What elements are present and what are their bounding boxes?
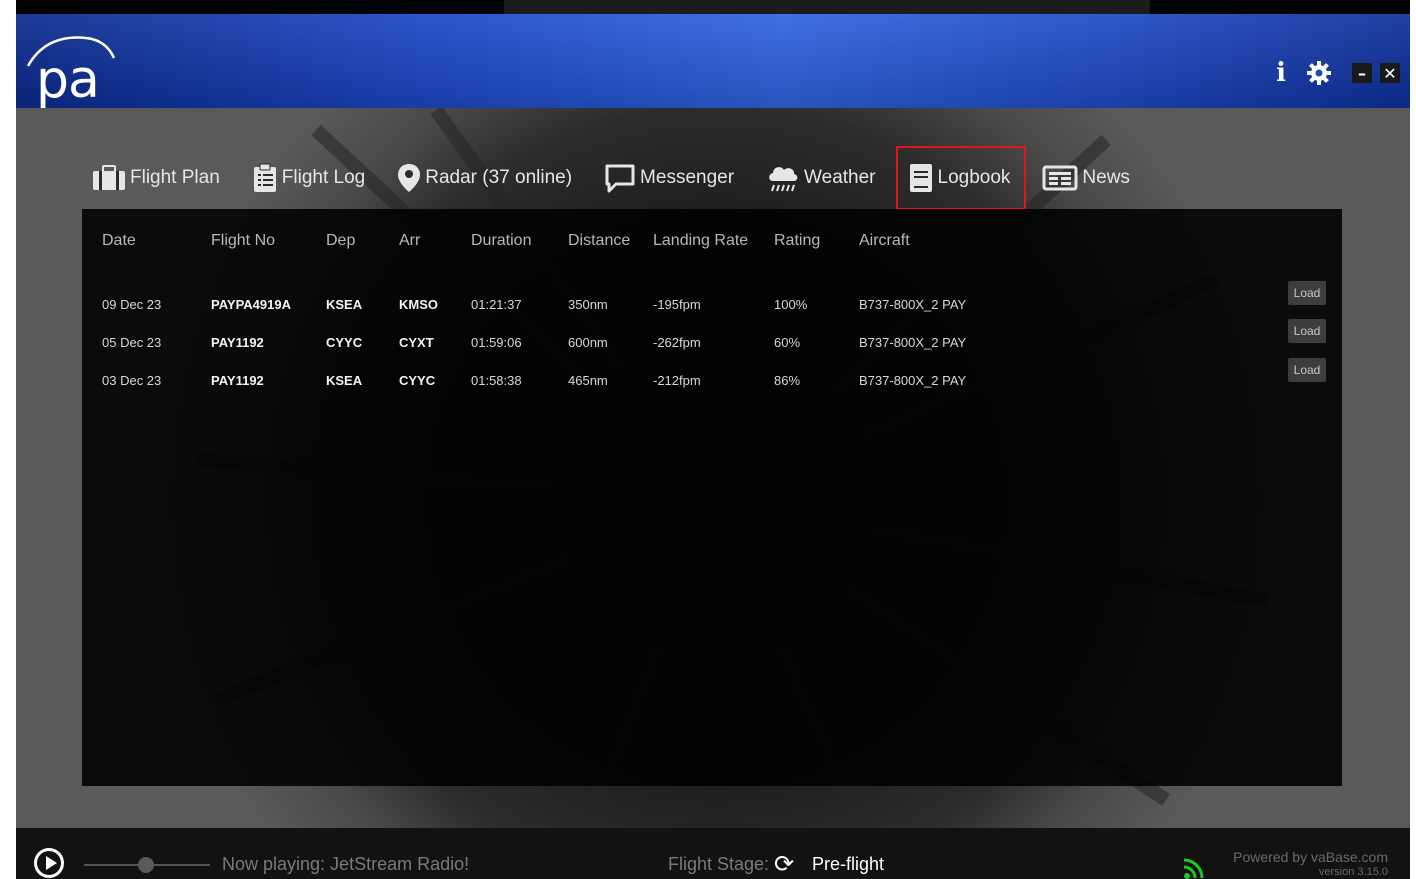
- column-header-aircraft[interactable]: Aircraft: [859, 229, 1059, 253]
- column-header-duration[interactable]: Duration: [471, 229, 568, 253]
- cell-duration: 01:59:06: [471, 334, 522, 350]
- info-icon[interactable]: i: [1276, 60, 1286, 86]
- cell-distance: 350nm: [568, 296, 608, 312]
- cell-dep: KSEA: [326, 296, 363, 312]
- cloud-rain-icon: [769, 167, 798, 192]
- cell-landing-rate: -195fpm: [653, 296, 701, 312]
- monitor-bezel: [504, 0, 1150, 14]
- flight-stage-value: Pre-flight: [812, 854, 885, 874]
- tab-flight-plan[interactable]: Flight Plan: [92, 148, 220, 208]
- cell-rating: 100%: [774, 296, 808, 312]
- status-bar: Now playing: JetStream Radio! Flight Sta…: [16, 828, 1410, 879]
- book-icon: [909, 164, 932, 192]
- table-row[interactable]: 03 Dec 23 PAY1192 KSEA CYYC 01:58:38 465…: [102, 361, 1059, 399]
- logbook-panel: Date Flight No Dep Arr Duration Distance…: [82, 209, 1342, 786]
- tab-label: Radar (37 online): [425, 167, 573, 188]
- column-header-landing-rate[interactable]: Landing Rate: [653, 229, 774, 253]
- tab-flight-log[interactable]: Flight Log: [252, 148, 365, 208]
- cell-aircraft: B737-800X_2 PAY: [859, 372, 967, 388]
- cell-duration: 01:21:37: [471, 296, 522, 312]
- cell-rating: 60%: [774, 334, 801, 350]
- tab-messenger[interactable]: Messenger: [604, 148, 734, 208]
- cell-distance: 465nm: [568, 372, 608, 388]
- tab-news[interactable]: News: [1042, 148, 1130, 208]
- powered-by: Powered by vaBase.com version 3.15.0: [1233, 850, 1388, 879]
- tab-label: Logbook: [937, 167, 1011, 188]
- header-controls: i – ✕: [1276, 60, 1400, 86]
- refresh-icon: ⟳: [774, 850, 795, 878]
- tab-radar[interactable]: Radar (37 online): [397, 148, 572, 208]
- minimize-button[interactable]: –: [1352, 63, 1372, 83]
- table-header-row: Date Flight No Dep Arr Duration Distance…: [102, 229, 1059, 253]
- cell-duration: 01:58:38: [471, 372, 522, 388]
- tab-label: Weather: [804, 167, 876, 188]
- app-window: pa i – ✕ Flight Plan Flight Log Radar (3…: [16, 0, 1410, 879]
- tab-label: Flight Log: [281, 167, 366, 188]
- cell-arr: CYXT: [399, 334, 434, 350]
- play-button[interactable]: [34, 848, 64, 878]
- cell-rating: 86%: [774, 372, 801, 388]
- chat-bubble-icon: [605, 164, 635, 193]
- cell-date: 05 Dec 23: [102, 334, 162, 350]
- app-logo: pa: [36, 50, 100, 110]
- column-header-dep[interactable]: Dep: [326, 229, 399, 253]
- flight-stage-label: Flight Stage:: [668, 854, 770, 874]
- column-header-flight-no[interactable]: Flight No: [211, 229, 326, 253]
- cell-aircraft: B737-800X_2 PAY: [859, 334, 967, 350]
- cell-landing-rate: -262fpm: [653, 334, 701, 350]
- clipboard-icon: [93, 165, 125, 190]
- load-button[interactable]: Load: [1288, 281, 1326, 305]
- table-row[interactable]: 09 Dec 23 PAYPA4919A KSEA KMSO 01:21:37 …: [102, 253, 1059, 323]
- tab-label: News: [1082, 167, 1130, 188]
- now-playing-text: Now playing: JetStream Radio!: [222, 854, 470, 874]
- cell-flight-no: PAYPA4919A: [211, 296, 291, 312]
- cell-distance: 600nm: [568, 334, 608, 350]
- map-pin-icon: [398, 164, 421, 192]
- newspaper-icon: [1042, 165, 1078, 191]
- column-header-rating[interactable]: Rating: [774, 229, 859, 253]
- load-button[interactable]: Load: [1288, 319, 1326, 343]
- cell-flight-no: PAY1192: [211, 372, 264, 388]
- cell-arr: CYYC: [399, 372, 436, 388]
- cell-flight-no: PAY1192: [211, 334, 264, 350]
- powered-by-text: Powered by vaBase.com: [1233, 849, 1388, 865]
- cell-arr: KMSO: [399, 296, 438, 312]
- column-header-arr[interactable]: Arr: [399, 229, 471, 253]
- load-button[interactable]: Load: [1288, 358, 1326, 382]
- cell-dep: CYYC: [326, 334, 363, 350]
- column-header-date[interactable]: Date: [102, 229, 211, 253]
- cell-landing-rate: -212fpm: [653, 372, 701, 388]
- tab-logbook[interactable]: Logbook: [895, 146, 1027, 210]
- volume-slider-handle[interactable]: [138, 857, 154, 873]
- cell-date: 03 Dec 23: [102, 372, 162, 388]
- table-row[interactable]: 05 Dec 23 PAY1192 CYYC CYXT 01:59:06 600…: [102, 323, 1059, 361]
- cell-date: 09 Dec 23: [102, 296, 162, 312]
- flight-log-icon: [253, 163, 276, 192]
- tab-label: Messenger: [640, 167, 735, 188]
- main-nav: Flight Plan Flight Log Radar (37 online): [92, 146, 1162, 210]
- version-text: version 3.15.0: [1318, 866, 1388, 878]
- rss-icon[interactable]: [1182, 858, 1206, 879]
- desktop-top-strip: [16, 0, 1410, 14]
- logbook-table: Date Flight No Dep Arr Duration Distance…: [102, 229, 1059, 399]
- cell-dep: KSEA: [326, 372, 363, 388]
- app-header: pa i – ✕: [16, 14, 1410, 110]
- gear-icon[interactable]: [1306, 60, 1332, 86]
- tab-label: Flight Plan: [130, 167, 220, 188]
- column-header-distance[interactable]: Distance: [568, 229, 653, 253]
- cell-aircraft: B737-800X_2 PAY: [859, 296, 967, 312]
- close-button[interactable]: ✕: [1380, 63, 1400, 83]
- tab-weather[interactable]: Weather: [766, 148, 876, 208]
